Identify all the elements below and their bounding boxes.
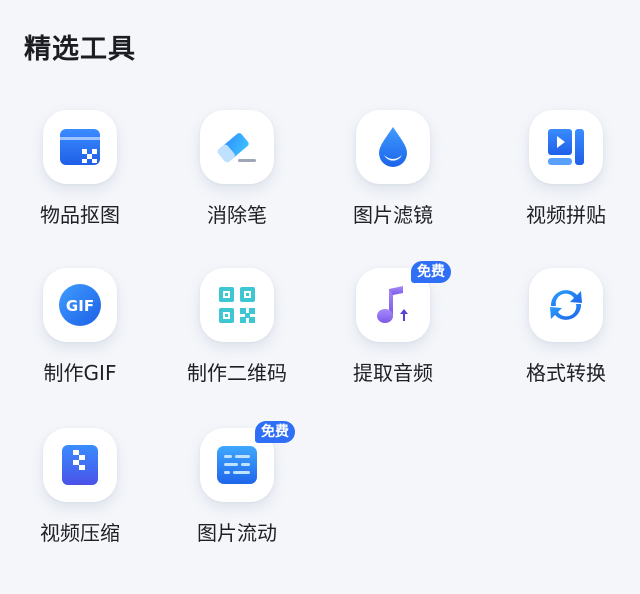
object-cutout-icon	[60, 129, 100, 165]
qr-code-icon	[219, 287, 255, 323]
tool-format-convert[interactable]: 格式转换	[486, 268, 640, 418]
tool-image-filter[interactable]: 图片滤镜	[313, 110, 473, 260]
tool-label: 消除笔	[207, 203, 267, 227]
tool-icon-container[interactable]: GIF	[43, 268, 117, 342]
image-flow-icon	[217, 446, 257, 484]
tool-label: 物品抠图	[40, 203, 120, 227]
tool-icon-container[interactable]	[356, 110, 430, 184]
tool-extract-audio[interactable]: 免费 提取音频	[313, 261, 473, 418]
tool-eraser[interactable]: 消除笔	[157, 110, 317, 260]
tool-label: 视频拼贴	[526, 203, 606, 227]
tool-icon-container[interactable]	[200, 268, 274, 342]
free-badge: 免费	[411, 261, 451, 283]
video-collage-icon	[548, 129, 584, 165]
gif-icon-text: GIF	[66, 297, 94, 315]
tool-label: 图片流动	[197, 521, 277, 545]
gif-icon: GIF	[59, 284, 101, 326]
tool-icon-container[interactable]	[529, 268, 603, 342]
tool-label: 图片滤镜	[353, 203, 433, 227]
tool-label: 制作GIF	[43, 361, 117, 385]
section-title: 精选工具	[24, 34, 136, 65]
tool-label: 制作二维码	[187, 361, 287, 385]
tool-icon-container[interactable]	[43, 428, 117, 502]
tool-video-collage[interactable]: 视频拼贴	[486, 110, 640, 260]
tool-label: 格式转换	[526, 361, 606, 385]
tool-label: 提取音频	[353, 361, 433, 385]
video-compress-icon	[62, 445, 98, 485]
tool-video-compress[interactable]: 视频压缩	[0, 428, 160, 578]
tool-make-qr-code[interactable]: 制作二维码	[157, 268, 317, 418]
filter-drop-icon	[379, 127, 407, 167]
tool-object-cutout[interactable]: 物品抠图	[0, 110, 160, 260]
tool-icon-container[interactable]	[43, 110, 117, 184]
tool-icon-container[interactable]	[529, 110, 603, 184]
tool-icon-container[interactable]	[200, 110, 274, 184]
music-note-upload-icon	[377, 286, 408, 323]
tool-make-gif[interactable]: GIF 制作GIF	[0, 268, 160, 418]
tool-label: 视频压缩	[40, 521, 120, 545]
eraser-icon	[217, 133, 256, 163]
convert-arrows-icon	[550, 290, 582, 320]
free-badge: 免费	[255, 421, 295, 443]
tool-image-flow[interactable]: 免费 图片流动	[157, 421, 317, 578]
